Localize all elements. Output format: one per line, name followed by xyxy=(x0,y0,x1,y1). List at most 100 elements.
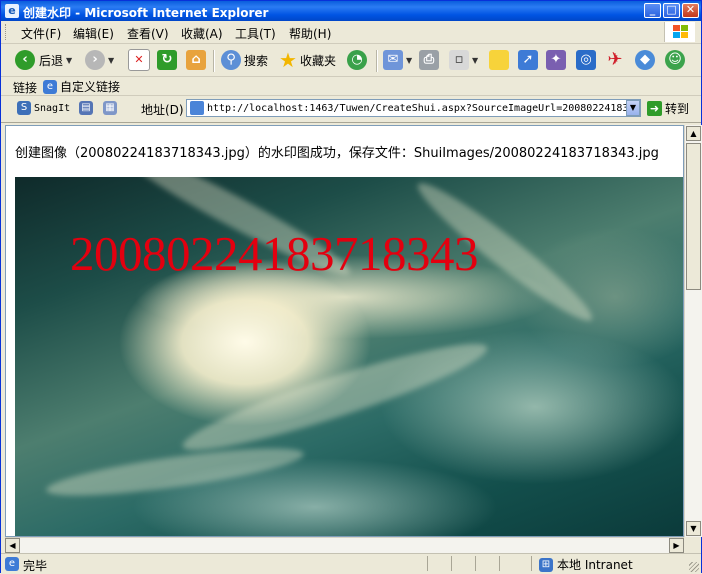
back-button[interactable]: ‹ 后退 ▼ xyxy=(15,48,72,72)
menu-tools[interactable]: 工具(T) xyxy=(235,25,276,42)
cloud-streak xyxy=(44,439,306,505)
menu-edit[interactable]: 编辑(E) xyxy=(73,25,114,42)
stop-icon: ✕ xyxy=(128,49,150,71)
chevron-down-icon[interactable]: ▼ xyxy=(108,56,114,65)
status-pane xyxy=(451,556,472,571)
sina-button[interactable]: ✈ xyxy=(605,48,625,72)
resize-grip[interactable] xyxy=(689,562,699,572)
status-pane xyxy=(427,556,448,571)
mail-button[interactable]: ✉ ▼ xyxy=(383,48,412,72)
search-label: 搜索 xyxy=(244,53,269,68)
capture-settings-icon[interactable]: ▦ xyxy=(103,101,117,115)
back-label: 后退 xyxy=(39,53,64,68)
go-arrow-icon: ➜ xyxy=(647,101,662,116)
messenger-button[interactable]: ◎ xyxy=(576,48,596,72)
standard-toolbar: ‹ 后退 ▼ › ▼ ✕ ↻ ⌂ ⚲ 搜索 ★ 收藏夹 ◔ ✉ ▼ ⎙ ▫ ▼ … xyxy=(1,44,701,77)
arrow-icon: ➚ xyxy=(518,50,538,70)
menu-help[interactable]: 帮助(H) xyxy=(289,25,331,42)
address-bar: S SnagIt ▤ ▦ 地址(D) http://localhost:1463… xyxy=(1,96,701,123)
note-button[interactable] xyxy=(489,48,509,72)
qq-button[interactable]: ◆ xyxy=(635,48,655,72)
chevron-down-icon[interactable]: ▼ xyxy=(472,56,478,65)
vertical-scrollbar[interactable]: ▲ ▼ xyxy=(684,125,702,537)
research-button[interactable]: ✦ xyxy=(546,48,566,72)
cloud-streak xyxy=(176,328,494,466)
note-icon xyxy=(489,50,509,70)
zone-label: 本地 Intranet xyxy=(557,558,633,572)
ie-app-icon[interactable]: e xyxy=(5,4,19,18)
refresh-button[interactable]: ↻ xyxy=(157,48,177,72)
watermark-text: 20080224183718343 xyxy=(70,226,479,281)
vertical-scroll-thumb[interactable] xyxy=(686,143,701,290)
search-icon: ⚲ xyxy=(221,50,241,70)
status-pane xyxy=(499,556,520,571)
mail-icon: ✉ xyxy=(383,50,403,70)
go-label: 转到 xyxy=(665,102,690,116)
star-icon: ★ xyxy=(279,48,297,72)
research-icon: ✦ xyxy=(546,50,566,70)
horizontal-scrollbar[interactable]: ◀ ▶ xyxy=(5,537,684,553)
result-message: 创建图像（20080224183718343.jpg）的水印图成功，保存文件：S… xyxy=(15,146,659,161)
print-icon: ⎙ xyxy=(419,50,439,70)
history-button[interactable]: ◔ xyxy=(347,48,367,72)
bird-icon: ✈ xyxy=(607,49,623,70)
custom-links[interactable]: e 自定义链接 xyxy=(43,78,120,95)
windows-flag-icon xyxy=(673,25,689,39)
home-button[interactable]: ⌂ xyxy=(186,48,206,72)
toolbar-grip[interactable] xyxy=(5,24,9,40)
toolbar-separator xyxy=(376,50,378,72)
close-button[interactable]: ✕ xyxy=(682,3,699,18)
history-icon: ◔ xyxy=(347,50,367,70)
home-icon: ⌂ xyxy=(186,50,206,70)
messenger-icon: ◎ xyxy=(576,50,596,70)
search-button[interactable]: ⚲ 搜索 xyxy=(221,48,268,72)
snagit-icon: S xyxy=(17,101,31,115)
fish-icon: ◆ xyxy=(635,50,655,70)
favorites-button[interactable]: ★ 收藏夹 xyxy=(278,48,336,72)
go-button[interactable]: ➜ 转到 xyxy=(647,100,689,117)
capture-window-icon[interactable]: ▤ xyxy=(79,101,93,115)
chevron-down-icon[interactable]: ▼ xyxy=(406,56,412,65)
snagit-label: SnagIt xyxy=(34,102,71,114)
security-zone[interactable]: ⊞ 本地 Intranet xyxy=(539,556,633,573)
edit-button[interactable]: ▫ ▼ xyxy=(449,48,478,72)
refresh-icon: ↻ xyxy=(157,50,177,70)
favorites-label: 收藏夹 xyxy=(300,53,337,68)
status-pane xyxy=(475,556,496,571)
back-arrow-icon: ‹ xyxy=(15,50,35,70)
page-content[interactable]: 创建图像（20080224183718343.jpg）的水印图成功，保存文件：S… xyxy=(5,125,684,537)
snagit-button[interactable]: S SnagIt xyxy=(17,101,70,115)
links-label: 链接 xyxy=(13,81,38,95)
maximize-button[interactable]: □ xyxy=(663,3,680,18)
stop-button[interactable]: ✕ xyxy=(128,48,150,72)
address-label: 地址(D) xyxy=(141,103,184,117)
toolbar-separator xyxy=(213,50,215,72)
window-title: 创建水印 - Microsoft Internet Explorer xyxy=(23,6,269,20)
menu-view[interactable]: 查看(V) xyxy=(127,25,169,42)
address-url[interactable]: http://localhost:1463/Tuwen/CreateShui.a… xyxy=(207,103,640,114)
address-dropdown-button[interactable]: ▼ xyxy=(626,100,640,116)
menu-bar: 文件(F) 编辑(E) 查看(V) 收藏(A) 工具(T) 帮助(H) xyxy=(1,21,701,44)
menu-favorites[interactable]: 收藏(A) xyxy=(181,25,223,42)
scroll-left-button[interactable]: ◀ xyxy=(5,538,20,553)
edit-page-icon: ▫ xyxy=(449,50,469,70)
menu-file[interactable]: 文件(F) xyxy=(21,25,61,42)
scroll-up-button[interactable]: ▲ xyxy=(686,126,701,141)
address-input[interactable]: http://localhost:1463/Tuwen/CreateShui.a… xyxy=(186,99,641,117)
windows-logo xyxy=(664,22,695,42)
title-bar[interactable]: e 创建水印 - Microsoft Internet Explorer _ □… xyxy=(1,1,701,21)
forward-arrow-icon: › xyxy=(85,50,105,70)
minimize-button[interactable]: _ xyxy=(644,3,661,18)
messenger-people-button[interactable]: ☺ xyxy=(665,48,685,72)
links-bar: 链接 e 自定义链接 xyxy=(1,77,701,96)
print-button[interactable]: ⎙ xyxy=(419,48,439,72)
forward-button[interactable]: › ▼ xyxy=(85,48,114,72)
browser-window: e 创建水印 - Microsoft Internet Explorer _ □… xyxy=(0,0,702,574)
page-status-icon: e xyxy=(5,557,19,571)
bluetooth-button[interactable]: ➚ xyxy=(518,48,538,72)
watermarked-image: 20080224183718343 xyxy=(15,177,683,536)
scroll-down-button[interactable]: ▼ xyxy=(686,521,701,536)
scroll-right-button[interactable]: ▶ xyxy=(669,538,684,553)
chevron-down-icon[interactable]: ▼ xyxy=(66,56,72,65)
page-icon xyxy=(190,101,204,115)
